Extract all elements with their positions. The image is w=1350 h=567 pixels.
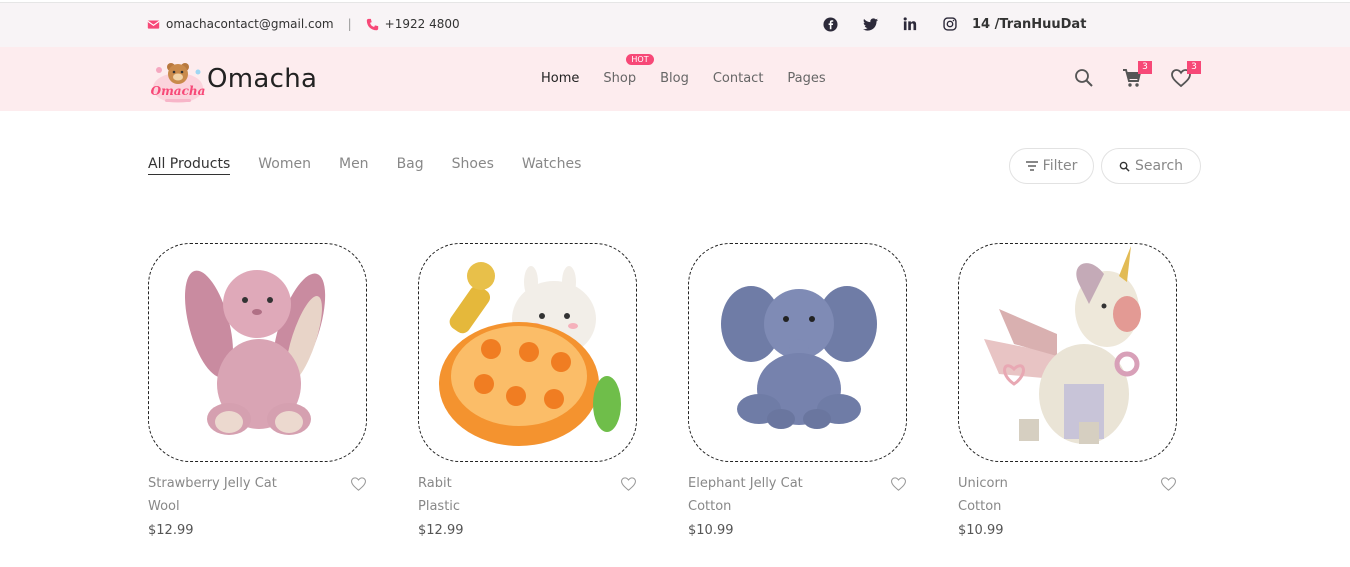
- product-image[interactable]: [418, 243, 637, 462]
- pink-bunny-plush-image: [185, 270, 326, 435]
- product-card[interactable]: Strawberry Jelly Cat Wool $12.99: [148, 243, 368, 538]
- logo-icon[interactable]: Omacha: [151, 58, 206, 106]
- divider: |: [347, 17, 352, 31]
- product-image[interactable]: [148, 243, 367, 462]
- search-icon[interactable]: [1073, 67, 1095, 89]
- unicorn-plush-image: [984, 246, 1141, 444]
- product-price: $10.99: [688, 523, 734, 538]
- product-name[interactable]: Strawberry Jelly Cat: [148, 476, 277, 491]
- tab-women[interactable]: Women: [258, 156, 311, 175]
- phone-link[interactable]: +1922 4800: [385, 17, 460, 31]
- filter-icon: [1025, 161, 1038, 171]
- add-to-wishlist-heart-icon[interactable]: [350, 476, 367, 492]
- wishlist-count-badge: 3: [1187, 61, 1201, 74]
- top-info-bar: omachacontact@gmail.com | +1922 4800 14 …: [0, 2, 1350, 47]
- product-name[interactable]: Rabit: [418, 476, 452, 491]
- linkedin-icon[interactable]: [902, 16, 918, 32]
- instagram-icon[interactable]: [942, 16, 958, 32]
- search-label: Search: [1134, 158, 1184, 174]
- product-name[interactable]: Elephant Jelly Cat: [688, 476, 803, 491]
- elephant-plush-image: [721, 286, 877, 429]
- search-small-icon: [1119, 161, 1130, 172]
- nav-shop-label: Shop: [603, 71, 637, 86]
- tab-men[interactable]: Men: [339, 156, 369, 175]
- product-price: $12.99: [418, 523, 464, 538]
- product-image[interactable]: [958, 243, 1177, 462]
- hot-badge: HOT: [626, 54, 654, 65]
- contact-info: omachacontact@gmail.com | +1922 4800: [147, 17, 460, 31]
- social-links: 14 /TranHuuDat: [822, 16, 1086, 32]
- tab-all-products[interactable]: All Products: [148, 156, 231, 175]
- product-material: Plastic: [418, 499, 461, 514]
- cart-count-badge: 3: [1138, 61, 1152, 74]
- product-material: Cotton: [958, 499, 1002, 514]
- nav-shop[interactable]: Shop HOT: [603, 54, 654, 86]
- phone-icon: [366, 18, 378, 30]
- product-image[interactable]: [688, 243, 907, 462]
- nav-pages[interactable]: Pages: [787, 71, 825, 86]
- product-card[interactable]: Rabit Plastic $12.99: [418, 243, 638, 538]
- product-material: Cotton: [688, 499, 732, 514]
- svg-text:Omacha: Omacha: [151, 84, 205, 98]
- mail-icon: [147, 19, 160, 29]
- search-button[interactable]: Search: [1101, 148, 1201, 184]
- email-link[interactable]: omachacontact@gmail.com: [166, 17, 334, 31]
- main-nav: Home Shop HOT Blog Contact Pages: [541, 54, 850, 86]
- filter-label: Filter: [1042, 158, 1078, 174]
- user-account-link[interactable]: 14 /TranHuuDat: [972, 17, 1086, 32]
- nav-blog[interactable]: Blog: [660, 71, 689, 86]
- product-price: $10.99: [958, 523, 1004, 538]
- nav-home[interactable]: Home: [541, 71, 579, 86]
- product-price: $12.99: [148, 523, 194, 538]
- add-to-wishlist-heart-icon[interactable]: [890, 476, 907, 492]
- twitter-icon[interactable]: [862, 16, 878, 32]
- rabbit-whack-toy-image: [439, 262, 621, 446]
- tab-shoes[interactable]: Shoes: [452, 156, 494, 175]
- tab-watches[interactable]: Watches: [522, 156, 582, 175]
- facebook-icon[interactable]: [822, 16, 838, 32]
- brand-name[interactable]: Omacha: [207, 64, 317, 94]
- nav-contact[interactable]: Contact: [713, 71, 764, 86]
- tab-bag[interactable]: Bag: [397, 156, 424, 175]
- product-card[interactable]: Unicorn Cotton $10.99: [958, 243, 1178, 538]
- product-name[interactable]: Unicorn: [958, 476, 1008, 491]
- add-to-wishlist-heart-icon[interactable]: [620, 476, 637, 492]
- category-tabs: All Products Women Men Bag Shoes Watches: [148, 156, 609, 175]
- product-material: Wool: [148, 499, 180, 514]
- filter-button[interactable]: Filter: [1009, 148, 1094, 184]
- add-to-wishlist-heart-icon[interactable]: [1160, 476, 1177, 492]
- product-card[interactable]: Elephant Jelly Cat Cotton $10.99: [688, 243, 908, 538]
